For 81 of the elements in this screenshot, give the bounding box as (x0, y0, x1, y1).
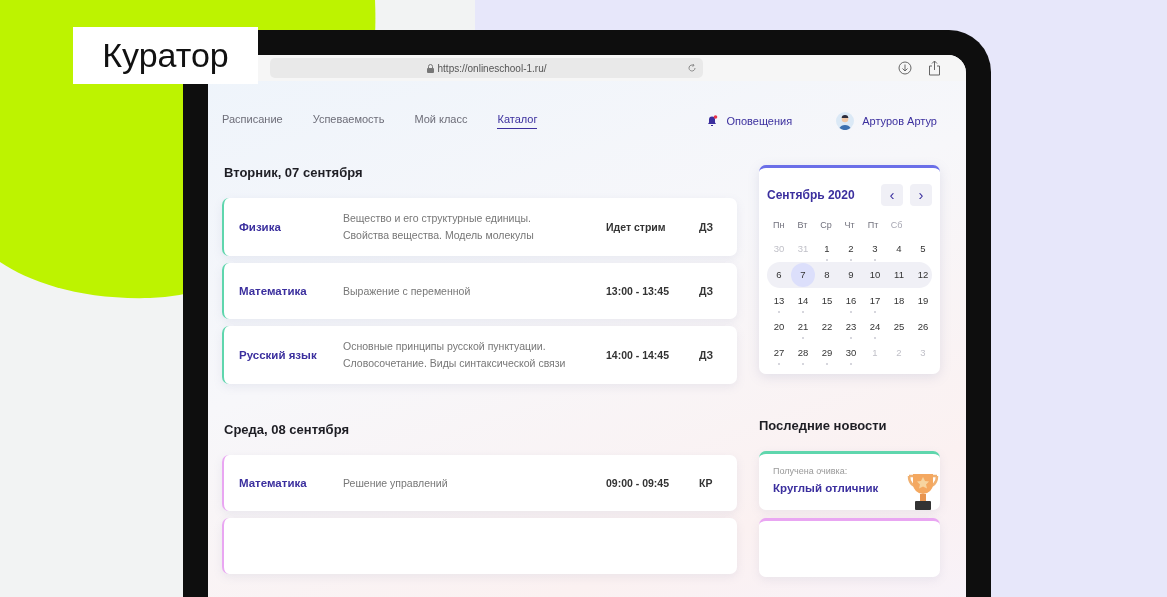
calendar-day[interactable]: 20 (767, 315, 791, 339)
reload-icon[interactable] (687, 63, 697, 73)
calendar-day[interactable]: 1 (815, 237, 839, 261)
calendar-day[interactable]: 3 (863, 237, 887, 261)
lesson-subject: Физика (239, 221, 282, 233)
calendar-day[interactable]: 27 (767, 341, 791, 365)
news-heading: Последние новости (759, 418, 888, 433)
lesson-topic: Выражение с переменной (343, 283, 472, 299)
nav-tab[interactable]: Успеваемость (312, 113, 385, 129)
weekday-label: Пн (772, 220, 786, 232)
calendar-day[interactable]: 14 (791, 289, 815, 313)
lesson-card[interactable]: Физика Вещество и его структурные единицы. Свойства вещества. Модель молекулы Идет стрим ДЗ (222, 198, 737, 256)
news-card[interactable]: Получена очивка: Круглый отличник (759, 451, 940, 510)
lesson-task: КР (699, 477, 714, 489)
lesson-card[interactable]: Русский язык Основные принципы русской пунктуации. Словосочетание. Виды синтаксической связи 14:00 - 14:45 ДЗ (222, 326, 737, 384)
calendar-title: Сентябрь 2020 (767, 188, 856, 202)
calendar-day[interactable]: 22 (815, 315, 839, 339)
weekday-label: Ср (819, 220, 833, 232)
calendar-day[interactable]: 30 (839, 341, 863, 365)
news-caption: Получена очивка: (773, 466, 849, 476)
calendar-day[interactable]: 23 (839, 315, 863, 339)
avatar-icon (836, 112, 855, 130)
weekday-label: Чт (843, 220, 856, 232)
calendar-day[interactable]: 15 (815, 289, 839, 313)
lesson-time: 14:00 - 14:45 (606, 349, 671, 361)
calendar-day[interactable]: 16 (839, 289, 863, 313)
lesson-task: ДЗ (699, 285, 715, 297)
trophy-icon (906, 472, 940, 512)
weekday-label: Сб (889, 220, 904, 232)
nav-tab[interactable]: Расписание (222, 113, 283, 129)
calendar-day[interactable]: 21 (791, 315, 815, 339)
badge-label: Куратор (73, 27, 258, 84)
calendar-day[interactable]: 25 (887, 315, 911, 339)
calendar-day[interactable]: 28 (791, 341, 815, 365)
nav-tab[interactable]: Мой класс (414, 113, 468, 129)
user-link[interactable]: Артуров Артур (836, 112, 937, 130)
lesson-card[interactable]: Математика Выражение с переменной 13:00 - 13:45 ДЗ (222, 263, 737, 319)
calendar-day[interactable]: 17 (863, 289, 887, 313)
lesson-subject: Математика (239, 477, 308, 489)
lesson-task: ДЗ (699, 349, 715, 361)
lesson-subject: Математика (239, 285, 308, 297)
lesson-card[interactable]: Математика Решение управлений 09:00 - 09:45 КР (222, 455, 737, 511)
calendar-day[interactable]: 10 (863, 263, 887, 287)
day-heading: Вторник, 07 сентября (224, 165, 364, 180)
calendar-day[interactable]: 4 (887, 237, 911, 261)
download-icon[interactable] (898, 61, 912, 75)
prev-month-button[interactable]: ‹ (881, 184, 903, 206)
lesson-topic: Основные принципы русской пунктуации. Словосочетание. Виды синтаксической связи (343, 339, 567, 371)
next-month-button[interactable]: › (910, 184, 932, 206)
share-icon[interactable] (928, 60, 941, 76)
day-heading: Среда, 08 сентября (224, 422, 350, 437)
news-card[interactable] (759, 518, 940, 577)
lesson-topic: Решение управлений (343, 475, 449, 491)
notifications-link[interactable]: Оповещения (707, 115, 793, 127)
news-title: Круглый отличник (773, 482, 880, 494)
calendar-day[interactable]: 29 (815, 341, 839, 365)
calendar-day[interactable]: 18 (887, 289, 911, 313)
calendar-day[interactable]: 7 (791, 263, 815, 287)
nav-tab[interactable]: Каталог (497, 113, 538, 129)
calendar-day[interactable]: 2 (839, 237, 863, 261)
calendar-day[interactable]: 6 (767, 263, 791, 287)
lock-icon (426, 63, 434, 73)
calendar-day[interactable]: 8 (815, 263, 839, 287)
lesson-time: 09:00 - 09:45 (606, 477, 671, 489)
weekday-label: Вт (796, 220, 809, 232)
calendar-day[interactable]: 26 (911, 315, 935, 339)
calendar-day[interactable]: 13 (767, 289, 791, 313)
lesson-subject: Русский язык (239, 349, 318, 361)
calendar-day[interactable]: 11 (887, 263, 911, 287)
lesson-time: Идет стрим (606, 221, 667, 233)
calendar-day[interactable]: 19 (911, 289, 935, 313)
lesson-topic: Вещество и его структурные единицы. Свойства вещества. Модель молекулы (343, 211, 535, 243)
calendar-day[interactable]: 9 (839, 263, 863, 287)
weekday-label: Пт (866, 220, 880, 232)
lesson-task: ДЗ (699, 221, 715, 233)
address-bar[interactable]: https://onlineschool-1.ru/ (270, 58, 703, 78)
url-text: https://onlineschool-1.ru/ (437, 62, 547, 74)
calendar-day[interactable]: 5 (911, 237, 935, 261)
lesson-time: 13:00 - 13:45 (606, 285, 671, 297)
calendar-day[interactable]: 24 (863, 315, 887, 339)
calendar-day[interactable]: 12 (911, 263, 935, 287)
